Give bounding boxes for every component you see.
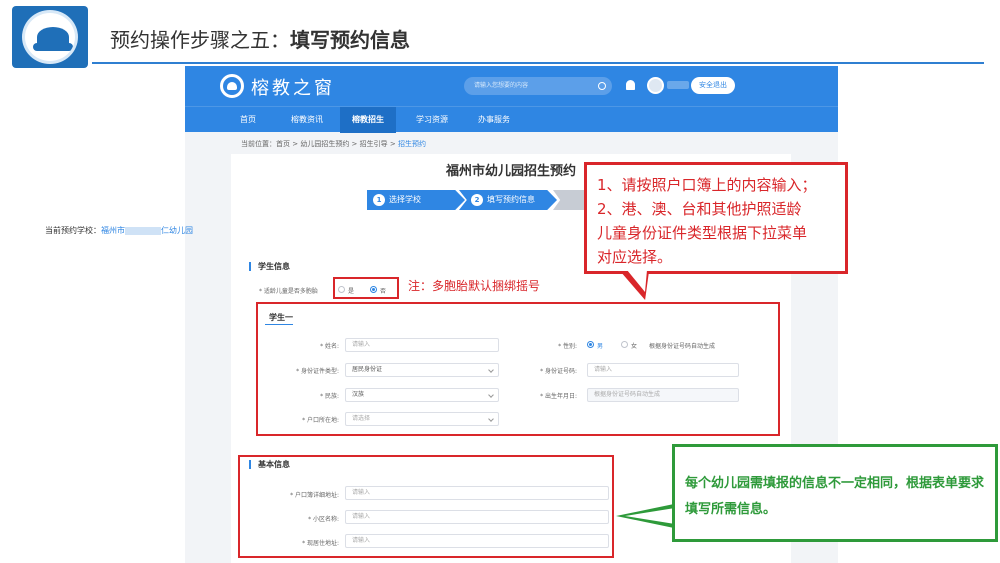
avatar[interactable] bbox=[647, 77, 664, 94]
nav-enrollment[interactable]: 榕教招生 bbox=[340, 107, 396, 133]
highlight-basic-info bbox=[238, 455, 614, 558]
green-callout-pointer-fill bbox=[625, 508, 675, 524]
nav-learning[interactable]: 学习资源 bbox=[407, 107, 457, 133]
breadcrumb-kg[interactable]: 幼儿园招生预约 bbox=[300, 140, 349, 148]
breadcrumb-home[interactable]: 首页 bbox=[276, 140, 290, 148]
breadcrumb-guide[interactable]: 招生引导 bbox=[360, 140, 388, 148]
search-icon[interactable] bbox=[598, 82, 606, 90]
breadcrumb-current: 招生预约 bbox=[397, 140, 426, 148]
logo-emblem-icon bbox=[22, 10, 78, 64]
site-brand[interactable]: 榕教之窗 bbox=[251, 74, 335, 100]
site-logo-icon[interactable] bbox=[220, 74, 244, 98]
step-select-school[interactable]: 1 选择学校 bbox=[367, 190, 465, 210]
username-redacted bbox=[667, 81, 689, 89]
nav-home[interactable]: 首页 bbox=[228, 107, 268, 133]
breadcrumb: 当前位置：首页 > 幼儿园招生预约 > 招生引导 > 招生预约 bbox=[241, 140, 426, 148]
bell-icon[interactable] bbox=[626, 80, 635, 90]
highlight-student-one bbox=[256, 302, 780, 436]
green-callout: 每个幼儿园需填报的信息不一定相同，根据表单要求填写所需信息。 bbox=[672, 444, 998, 542]
logout-button[interactable]: 安全退出 bbox=[691, 77, 735, 94]
slide-divider bbox=[92, 62, 984, 64]
twins-note: 注：多胞胎默认捆绑摇号 bbox=[408, 279, 541, 293]
main-nav: 首页 榕教资讯 榕教招生 学习资源 办事服务 bbox=[185, 106, 838, 133]
red-callout: 1、请按照户口簿上的内容输入； 2、港、澳、台和其他护照适龄 儿童身份证件类型根… bbox=[584, 162, 848, 274]
multiple-birth-label: * 适龄儿童是否多胞胎 bbox=[259, 288, 318, 295]
school-name-redacted bbox=[125, 226, 161, 235]
site-header: 榕教之窗 请输入您想要的内容 安全退出 bbox=[185, 66, 838, 106]
section-student-info: 学生信息 bbox=[249, 262, 290, 271]
kindergarten-logo bbox=[12, 6, 88, 68]
nav-services[interactable]: 办事服务 bbox=[469, 107, 519, 133]
highlight-multiple-birth bbox=[333, 277, 399, 299]
nav-news[interactable]: 榕教资讯 bbox=[282, 107, 332, 133]
current-school: 当前预约学校：福州市 仁幼儿园 bbox=[45, 226, 193, 235]
search-input[interactable]: 请输入您想要的内容 bbox=[464, 77, 612, 95]
slide-title: 预约操作步骤之五：填写预约信息 bbox=[110, 28, 410, 52]
step-fill-info[interactable]: 2 填写预约信息 bbox=[459, 190, 557, 210]
